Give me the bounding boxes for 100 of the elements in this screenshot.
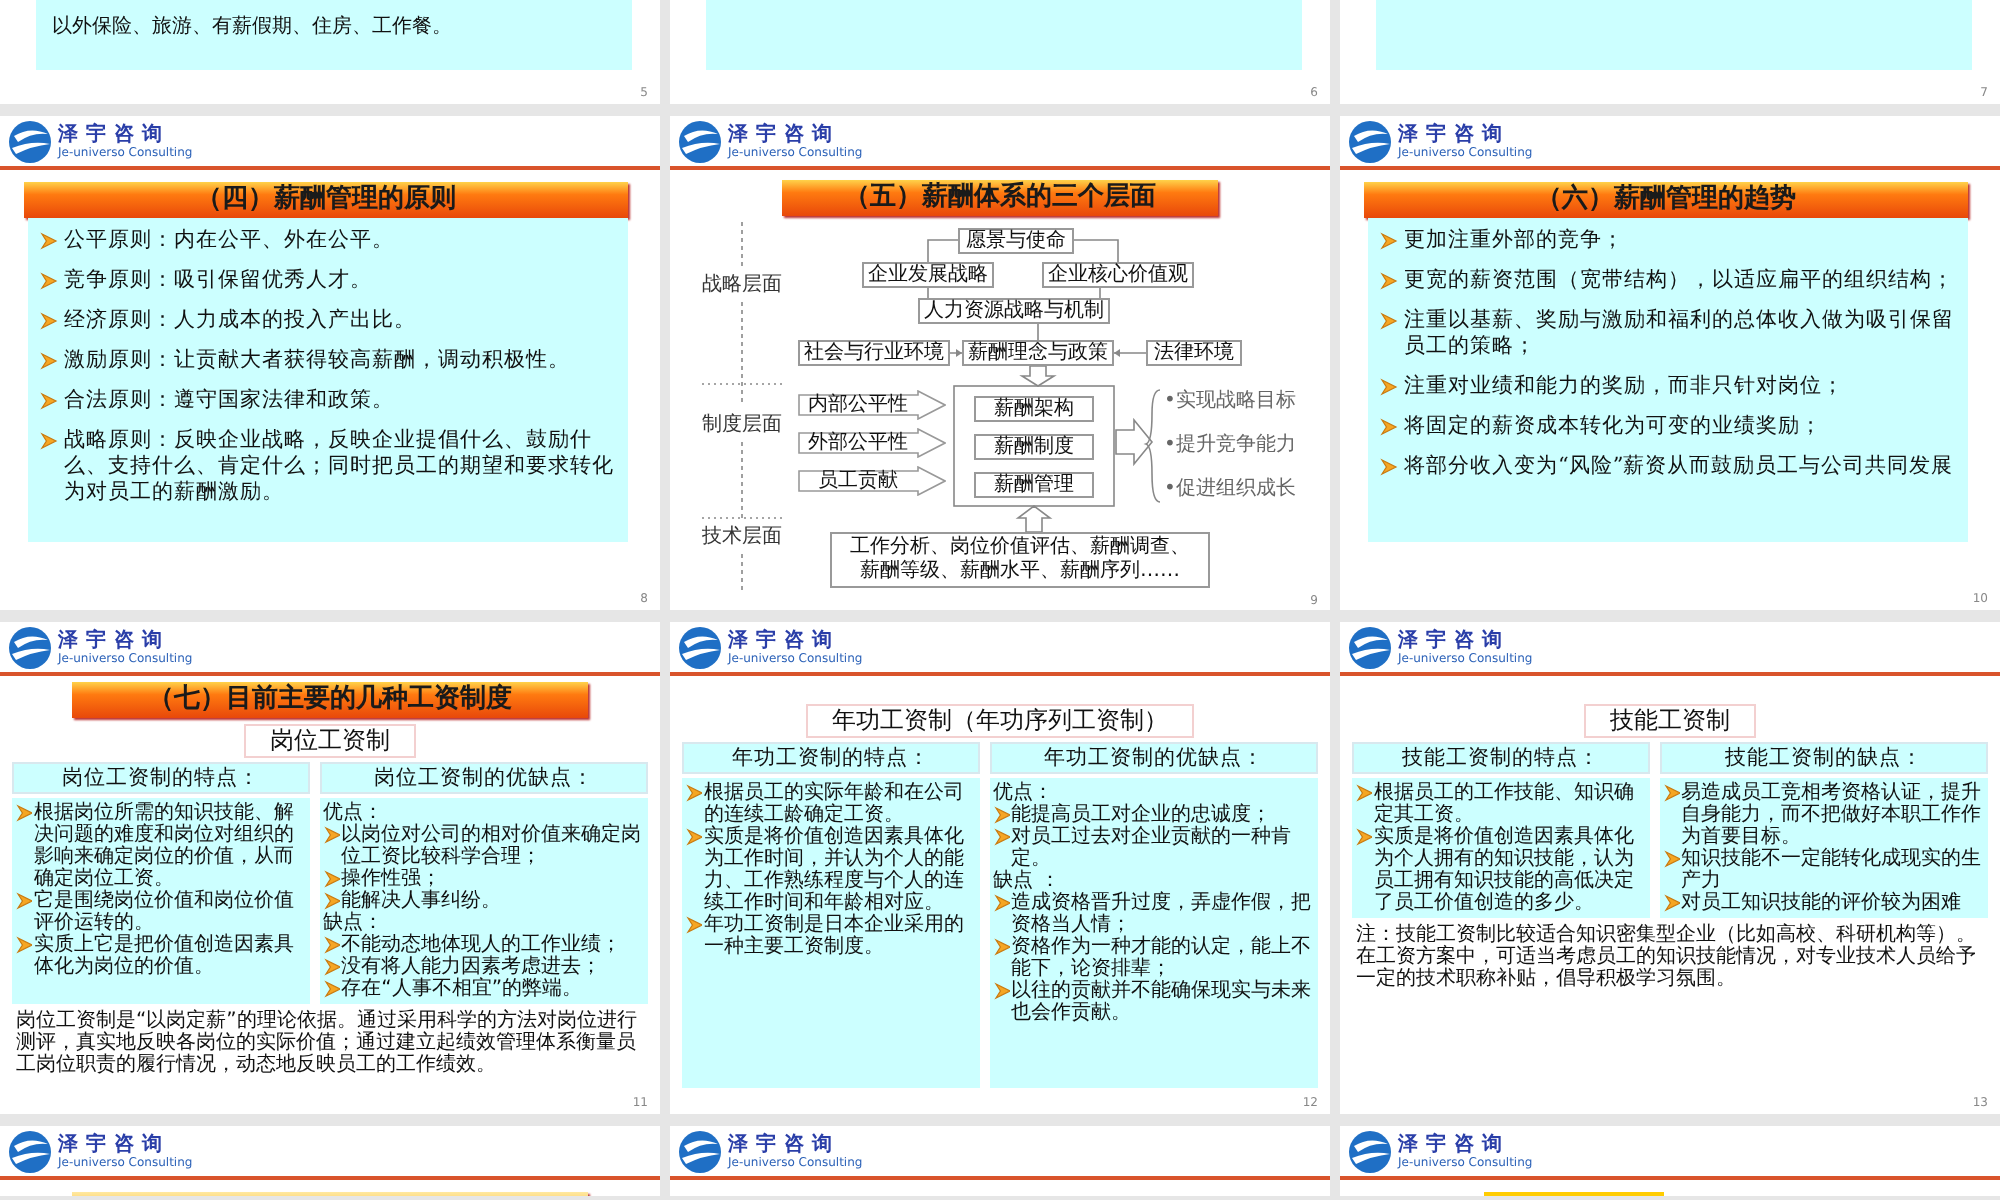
diagram-node: 薪酬理念与政策 [962, 340, 1114, 366]
bullet-arrow-icon [40, 432, 58, 450]
bullet-text: 更宽的薪资范围（宽带结构），以适应扁平的组织结构； [1404, 268, 1954, 294]
bullet-arrow-icon [16, 936, 32, 954]
diagram-text: 薪酬等级、薪酬水平、薪酬序列…… [860, 560, 1180, 584]
bullet-arrow-icon [1356, 784, 1372, 802]
bullet-text: 根据员工的工作技能、知识确定其工资。 [1374, 782, 1636, 826]
bullet-text: 它是围绕岗位价值和岗位价值评价运转的。 [34, 890, 296, 934]
item-label: 优点： [323, 802, 386, 824]
bullet-text: 激励原则：让贡献大者获得较高薪酬，调动积极性。 [64, 348, 570, 374]
bullet-text: 存在“人事不相宜”的弊端。 [341, 978, 583, 1000]
bullet-text: 不能动态地体现人的工作业绩； [341, 934, 622, 956]
diagram-node: 人力资源战略与机制 [918, 298, 1110, 324]
bullet-text: 将部分收入变为“风险”薪资从而鼓励员工与公司共同发展 [1404, 454, 1954, 480]
logo-text: 泽宇咨询 [728, 630, 840, 652]
bullet-text: 经济原则：人力成本的投入产出比。 [64, 308, 416, 334]
bullet-text: 更加注重外部的竞争； [1404, 228, 1624, 254]
bullet-text: 公平原则：内在公平、外在公平。 [64, 228, 394, 254]
bullet-text: 资格作为一种才能的认定，能上不能下，论资排辈； [1011, 936, 1314, 980]
diagram-node: 企业发展战略 [862, 262, 994, 288]
column-heading: 年功工资制的优缺点： [989, 742, 1318, 774]
bullet-text: 实质上它是把价值创造因素具体化为岗位的价值。 [34, 934, 296, 978]
bullet-arrow-icon [40, 392, 58, 410]
title-banner: （六）薪酬管理的趋势 [1364, 182, 1968, 218]
bullet-text: 没有将人能力因素考虑进去； [341, 956, 602, 978]
bullet-text: 将固定的薪资成本转化为可变的业绩奖励； [1404, 414, 1822, 440]
diagram-node: 社会与行业环境 [798, 340, 950, 366]
bullet-arrow-icon [1380, 458, 1398, 476]
diagram-node: 愿景与使命 [958, 228, 1074, 254]
bullet-arrow-icon [1380, 232, 1398, 250]
bullet-arrow-icon [686, 916, 702, 934]
column-heading: 岗位工资制的特点： [12, 762, 310, 794]
subtitle: 技能工资制 [1584, 704, 1756, 738]
diagram-node: 薪酬管理 [974, 472, 1094, 498]
bullet-text: 实质是将价值创造因素具体化为个人拥有的知识技能，认为员工拥有知识技能的高低决定了员工价值创造的多少。 [1374, 826, 1636, 914]
bullet-text: 能提高员工对企业的忠诚度； [1011, 804, 1272, 826]
diagram-node: 薪酬制度 [974, 434, 1094, 460]
title-banner: （五）薪酬体系的三个层面 [782, 180, 1218, 216]
logo-text: 泽宇咨询 [58, 1134, 170, 1156]
body-text: 以外保险、旅游、有薪假期、住房、工作餐。 [52, 13, 454, 42]
bullet-text: 以岗位对公司的相对价值来确定岗位工资比较科学合理； [341, 824, 644, 868]
bullet-text: 竞争原则：吸引保留优秀人才。 [64, 268, 372, 294]
level-label: 战略层面 [702, 274, 784, 296]
bullet-text: 操作性强； [341, 868, 442, 890]
bullet-text: 注重以基薪、奖励与激励和福利的总体收入做为吸引保留员工的策略； [1404, 308, 1956, 360]
bullet-arrow-icon [686, 784, 702, 802]
diagram-node: 薪酬架构 [974, 396, 1094, 422]
bullet-arrow-icon [1663, 894, 1680, 912]
bullet-arrow-icon [1356, 828, 1372, 846]
bullet-arrow-icon [1380, 418, 1398, 436]
bullet-text: 造成资格晋升过度，弄虚作假，把资格当人情； [1011, 892, 1314, 936]
bullet-arrow-icon [1663, 784, 1680, 802]
arrow-node: 员工贡献 [798, 466, 946, 496]
logo-text: 泽宇咨询 [728, 124, 840, 146]
column-heading: 年功工资制的特点： [682, 742, 980, 774]
title-banner: （四）薪酬管理的原则 [24, 182, 628, 218]
subtitle: 年功工资制（年功序列工资制） [806, 704, 1194, 738]
logo-text: 泽宇咨询 [1398, 1134, 1510, 1156]
bullet-arrow-icon [993, 894, 1010, 912]
diagram-text: 工作分析、岗位价值评估、薪酬调查、 [850, 536, 1190, 559]
level-label: 技术层面 [702, 526, 784, 548]
logo-text: 泽宇咨询 [1398, 124, 1510, 146]
bullet-arrow-icon [40, 232, 58, 250]
bullet-text: 根据员工的实际年龄和在公司的连续工龄确定工资。 [704, 782, 966, 826]
bullet-text: 注重对业绩和能力的奖励，而非只针对岗位； [1404, 374, 1844, 400]
bullet-arrow-icon [1380, 378, 1398, 396]
bullet-text: 能解决人事纠纷。 [341, 890, 502, 912]
bullet-arrow-icon [40, 352, 58, 370]
bullet-arrow-icon [1380, 312, 1398, 330]
bullet-text: 合法原则：遵守国家法律和政策。 [64, 388, 394, 414]
item-label: 优点： [993, 782, 1054, 804]
outcome-text: •促进组织成长 [1164, 478, 1298, 500]
bullet-text: 战略原则：反映企业战略，反映企业提倡什么、鼓励什么、支持什么、肯定什么；同时把员工的期望和要求转化为对员工的薪酬激励。 [64, 428, 616, 506]
diagram-node: 法律环境 [1146, 340, 1242, 366]
level-label: 制度层面 [702, 414, 784, 436]
bullet-text: 知识技能不一定能转化成现实的生产力 [1681, 848, 1984, 892]
logo-text: 泽宇咨询 [728, 1134, 840, 1156]
bullet-arrow-icon [686, 828, 702, 846]
bullet-text: 对员工过去对企业贡献的一种肯定。 [1011, 826, 1294, 870]
note-text: 注：技能工资制比较适合知识密集型企业（比如高校、科研机构等）。在工资方案中，可适当考虑员工的知识技能情况，对专业技术人员给予一定的技术职称补贴，倡导积极学习氛围。 [1356, 924, 1978, 990]
logo-text: 泽宇咨询 [58, 124, 170, 146]
diagram-node: 企业核心价值观 [1042, 262, 1194, 288]
bullet-text: 年功工资制是日本企业采用的一种主要工资制度。 [704, 914, 966, 958]
outcome-text: •提升竞争能力 [1164, 434, 1298, 456]
bullet-arrow-icon [40, 312, 58, 330]
title-banner: （七）目前主要的几种工资制度 [72, 682, 588, 718]
bullet-arrow-icon [1663, 850, 1680, 868]
item-label: 缺点： [323, 912, 386, 934]
bullet-arrow-icon [993, 938, 1010, 956]
bullet-arrow-icon [16, 892, 32, 910]
subtitle: 岗位工资制 [244, 724, 416, 758]
bullet-text: 对员工知识技能的评价较为困难 [1681, 892, 1962, 914]
bullet-text: 根据岗位所需的知识技能、解决问题的难度和岗位对组织的影响来确定岗位的价值，从而确定岗位工资。 [34, 802, 296, 890]
column-heading: 岗位工资制的优缺点： [319, 762, 648, 794]
bullet-text: 以往的贡献并不能确保现实与未来也会作贡献。 [1011, 980, 1314, 1024]
item-label: 缺点 ： [993, 870, 1062, 892]
bullet-text: 实质是将价值创造因素具体化为工作时间，并认为个人的能力、工作熟练程度与个人的连续工作时间和年龄相对应。 [704, 826, 966, 914]
bullet-arrow-icon [1380, 272, 1398, 290]
logo-text: 泽宇咨询 [1398, 630, 1510, 652]
column-heading: 技能工资制的特点： [1352, 742, 1650, 774]
